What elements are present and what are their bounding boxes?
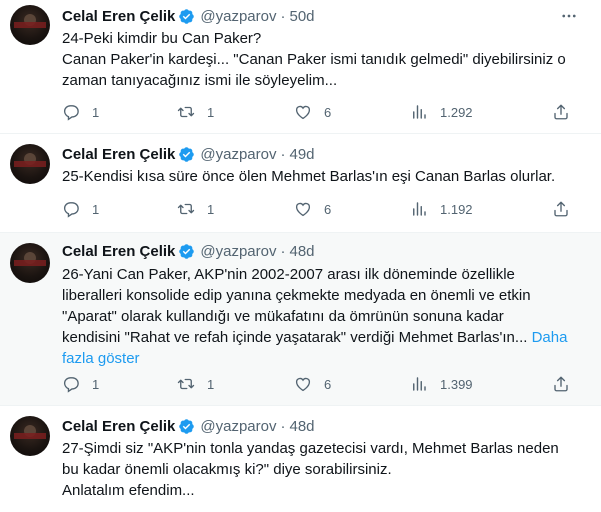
- verified-badge-icon: [179, 146, 195, 162]
- tweet-text-line: bu kadar önemli olacakmış ki?" diye sora…: [62, 461, 392, 478]
- reply-button[interactable]: 1: [62, 102, 99, 122]
- tweet-text-line: zaman tanıyacağınız ismi ile söyleyelim.…: [62, 72, 338, 89]
- tweet-text-line: kendisini "Rahat ve refah içinde yaşatar…: [62, 327, 587, 348]
- avatar[interactable]: [10, 5, 50, 45]
- tweet-time[interactable]: 48d: [289, 418, 314, 435]
- tweet-actions: 1 1 6 1.292: [62, 102, 577, 122]
- tweet-time[interactable]: 49d: [289, 146, 314, 163]
- reply-icon: [63, 202, 79, 218]
- like-button[interactable]: 6: [294, 199, 331, 219]
- show-more-link[interactable]: Daha: [532, 329, 568, 346]
- like-button[interactable]: 6: [294, 374, 331, 394]
- avatar[interactable]: [10, 243, 50, 283]
- tweet-text: 24-Peki kimdir bu Can Paker? Canan Paker…: [62, 28, 587, 91]
- separator-dot: ·: [280, 7, 286, 25]
- heart-icon: [295, 202, 311, 217]
- tweet-text-line: 27-Şimdi siz "AKP'nin tonla yandaş gazet…: [62, 440, 559, 457]
- tweet-text-line: Anlatalım efendim...: [62, 482, 195, 499]
- heart-icon: [295, 377, 311, 392]
- share-icon: [554, 104, 568, 120]
- tweet-text-line: 25-Kendisi kısa süre önce ölen Mehmet Ba…: [62, 168, 556, 185]
- author-name[interactable]: Celal Eren Çelik: [62, 418, 175, 435]
- like-count: 6: [324, 201, 332, 217]
- tweet-header: Celal Eren Çelik @yazparov · 50d: [62, 6, 315, 26]
- tweet-26[interactable]: Celal Eren Çelik @yazparov · 48d 26-Yani…: [0, 233, 601, 405]
- more-options-icon[interactable]: [559, 6, 579, 26]
- retweet-button[interactable]: 1: [177, 374, 214, 394]
- reply-icon: [63, 105, 79, 121]
- share-icon: [554, 376, 568, 392]
- separator-dot: ·: [280, 417, 286, 435]
- analytics-icon: [413, 202, 426, 216]
- share-icon: [554, 201, 568, 217]
- separator-dot: ·: [280, 242, 286, 260]
- avatar[interactable]: [10, 416, 50, 456]
- heart-icon: [295, 105, 311, 120]
- view-count: 1.292: [440, 104, 473, 120]
- retweet-icon: [177, 203, 195, 215]
- retweet-button[interactable]: 1: [177, 102, 214, 122]
- separator-dot: ·: [280, 145, 286, 163]
- retweet-count: 1: [207, 376, 215, 392]
- tweet-text-line: 24-Peki kimdir bu Can Paker?: [62, 30, 262, 47]
- reply-count: 1: [92, 104, 100, 120]
- tweet-27[interactable]: Celal Eren Çelik @yazparov · 48d 27-Şimd…: [0, 406, 601, 512]
- author-handle[interactable]: @yazparov: [200, 8, 276, 25]
- author-handle[interactable]: @yazparov: [200, 243, 276, 260]
- reply-count: 1: [92, 376, 100, 392]
- views-button[interactable]: 1.192: [410, 199, 473, 219]
- author-name[interactable]: Celal Eren Çelik: [62, 146, 175, 163]
- tweet-text: 27-Şimdi siz "AKP'nin tonla yandaş gazet…: [62, 438, 587, 501]
- verified-badge-icon: [179, 243, 195, 259]
- reply-button[interactable]: 1: [62, 374, 99, 394]
- verified-badge-icon: [179, 418, 195, 434]
- tweet-header: Celal Eren Çelik @yazparov · 48d: [62, 416, 315, 436]
- view-count: 1.192: [440, 201, 473, 217]
- retweet-icon: [177, 378, 195, 390]
- tweet-header: Celal Eren Çelik @yazparov · 49d: [62, 144, 315, 164]
- reply-count: 1: [92, 201, 100, 217]
- tweet-actions: 1 1 6 1.399: [62, 374, 577, 394]
- tweet-time[interactable]: 50d: [289, 8, 314, 25]
- tweet-text: 25-Kendisi kısa süre önce ölen Mehmet Ba…: [62, 166, 587, 187]
- like-count: 6: [324, 376, 332, 392]
- author-name[interactable]: Celal Eren Çelik: [62, 243, 175, 260]
- tweet-25[interactable]: Celal Eren Çelik @yazparov · 49d 25-Kend…: [0, 134, 601, 232]
- tweet-text-line: "Aparat" olarak kullandığı ve mükafatını…: [62, 308, 504, 325]
- author-name[interactable]: Celal Eren Çelik: [62, 8, 175, 25]
- tweet-actions: 1 1 6 1.192: [62, 199, 577, 219]
- retweet-button[interactable]: 1: [177, 199, 214, 219]
- tweet-text: 26-Yani Can Paker, AKP'nin 2002-2007 ara…: [62, 264, 587, 369]
- author-handle[interactable]: @yazparov: [200, 146, 276, 163]
- analytics-icon: [413, 377, 426, 391]
- views-button[interactable]: 1.292: [410, 102, 473, 122]
- retweet-icon: [177, 106, 195, 118]
- share-button[interactable]: [552, 102, 570, 122]
- verified-badge-icon: [179, 8, 195, 24]
- analytics-icon: [413, 105, 426, 119]
- tweet-24[interactable]: Celal Eren Çelik @yazparov · 50d 24-Peki…: [0, 0, 601, 133]
- share-button[interactable]: [552, 199, 570, 219]
- tweet-time[interactable]: 48d: [289, 243, 314, 260]
- share-button[interactable]: [552, 374, 570, 394]
- tweet-text-line: liberalleri konsolide edip yanına çekmek…: [62, 287, 531, 304]
- author-handle[interactable]: @yazparov: [200, 418, 276, 435]
- reply-icon: [63, 377, 79, 393]
- show-more-link[interactable]: fazla göster: [62, 348, 587, 369]
- tweet-thread: Celal Eren Çelik @yazparov · 50d 24-Peki…: [0, 0, 601, 512]
- tweet-text-line: Canan Paker'in kardeşi... "Canan Paker i…: [62, 51, 566, 68]
- retweet-count: 1: [207, 104, 215, 120]
- tweet-text-fragment: kendisini "Rahat ve refah içinde yaşatar…: [62, 329, 528, 346]
- view-count: 1.399: [440, 376, 473, 392]
- avatar[interactable]: [10, 144, 50, 184]
- tweet-text-line: 26-Yani Can Paker, AKP'nin 2002-2007 ara…: [62, 266, 515, 283]
- retweet-count: 1: [207, 201, 215, 217]
- tweet-header: Celal Eren Çelik @yazparov · 48d: [62, 241, 315, 261]
- like-button[interactable]: 6: [294, 102, 331, 122]
- like-count: 6: [324, 104, 332, 120]
- reply-button[interactable]: 1: [62, 199, 99, 219]
- views-button[interactable]: 1.399: [410, 374, 473, 394]
